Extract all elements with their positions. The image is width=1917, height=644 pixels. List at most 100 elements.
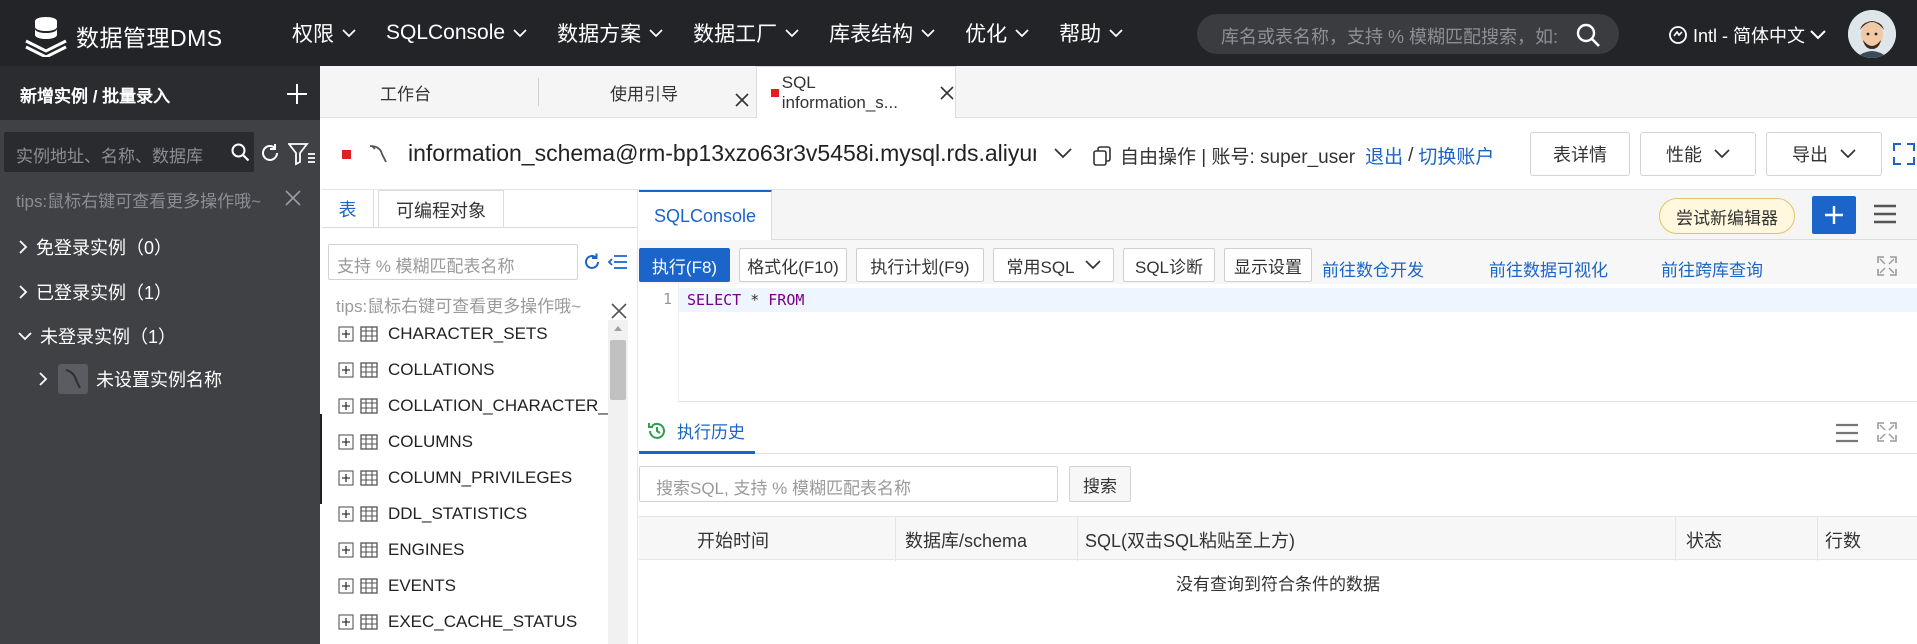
plus-icon[interactable]	[286, 83, 308, 105]
fullscreen-icon[interactable]	[1892, 142, 1916, 166]
menu-permission[interactable]: 权限	[292, 18, 356, 48]
hamburger-menu-icon[interactable]	[1873, 203, 1897, 225]
instance-search-input[interactable]: 实例地址、名称、数据库	[16, 142, 216, 167]
search-icon[interactable]	[1575, 22, 1601, 48]
table-list-scrollbar[interactable]	[608, 320, 628, 644]
data-visualization-link[interactable]: 前往数据可视化	[1489, 256, 1608, 281]
menu-help[interactable]: 帮助	[1059, 18, 1123, 48]
history-search-input[interactable]: 搜索SQL, 支持 % 模糊匹配表名称	[656, 474, 911, 499]
menu-label: 库表结构	[829, 23, 914, 46]
app-logo[interactable]: 数据管理DMS	[24, 15, 223, 57]
column-start-time[interactable]: 开始时间	[697, 527, 769, 553]
table-row[interactable]: COLUMNS	[338, 424, 473, 460]
tab-label: SQLConsole	[653, 205, 757, 226]
chevron-down-icon	[649, 28, 663, 38]
tab-workbench[interactable]: 工作台	[380, 66, 500, 118]
logout-link[interactable]: 退出	[1365, 142, 1403, 169]
language-switcher[interactable]: Intl - 简体中文	[1668, 22, 1826, 48]
cross-db-query-link[interactable]: 前往跨库查询	[1661, 256, 1763, 281]
user-avatar[interactable]	[1848, 10, 1896, 58]
refresh-icon[interactable]	[259, 142, 281, 164]
history-search-button[interactable]: 搜索	[1069, 466, 1131, 502]
column-database[interactable]: 数据库/schema	[905, 527, 1027, 553]
table-name: EXEC_CACHE_STATUS	[388, 612, 578, 631]
tab-sqlconsole[interactable]: SQLConsole	[639, 190, 772, 240]
performance-button[interactable]: 性能	[1640, 132, 1756, 176]
global-search[interactable]: 库名或表名称，支持 % 模糊匹配搜索，如:	[1197, 14, 1619, 54]
filter-icon[interactable]	[288, 142, 316, 166]
code-line[interactable]: SELECT * FROM	[679, 288, 1917, 312]
table-row[interactable]: COLUMN_PRIVILEGES	[338, 460, 572, 496]
tab-tables[interactable]: 表	[322, 190, 374, 228]
group-logged-in[interactable]: 已登录实例（1）	[18, 279, 172, 305]
connection-name[interactable]: information_schema@rm-bp13xzo63r3v5458i.…	[408, 140, 1036, 167]
format-button[interactable]: 格式化(F10)	[739, 248, 847, 282]
table-detail-button[interactable]: 表详情	[1530, 132, 1630, 176]
display-settings-button[interactable]: 显示设置	[1224, 248, 1312, 282]
common-sql-dropdown[interactable]: 常用SQL	[993, 248, 1114, 282]
tab-guide[interactable]: 使用引导	[610, 66, 730, 118]
expand-icon[interactable]	[1877, 256, 1897, 276]
history-search[interactable]: 搜索SQL, 支持 % 模糊匹配表名称	[639, 466, 1058, 502]
sql-diagnose-button[interactable]: SQL诊断	[1123, 248, 1215, 282]
refresh-icon[interactable]	[582, 252, 602, 272]
expand-plus-icon[interactable]	[338, 470, 354, 486]
expand-plus-icon[interactable]	[338, 362, 354, 378]
expand-plus-icon[interactable]	[338, 614, 354, 630]
expand-plus-icon[interactable]	[338, 506, 354, 522]
run-button[interactable]: 执行(F8)	[639, 248, 730, 282]
global-search-input[interactable]: 库名或表名称，支持 % 模糊匹配搜索，如:	[1221, 23, 1559, 49]
menu-sqlconsole[interactable]: SQLConsole	[386, 21, 527, 45]
menu-schema[interactable]: 库表结构	[829, 18, 935, 48]
table-row[interactable]: COLLATIONS	[338, 352, 494, 388]
column-status[interactable]: 状态	[1686, 527, 1722, 553]
group-no-login[interactable]: 免登录实例（0）	[18, 234, 172, 260]
list-filter-icon[interactable]	[608, 252, 628, 272]
sql-code-editor[interactable]: 1 SELECT * FROM	[639, 284, 1917, 402]
expand-plus-icon[interactable]	[338, 434, 354, 450]
menu-data-solution[interactable]: 数据方案	[557, 18, 663, 48]
tab-label: 执行历史	[677, 423, 745, 442]
explain-plan-button[interactable]: 执行计划(F9)	[856, 248, 984, 282]
add-instance-link[interactable]: 新增实例 / 批量录入	[20, 82, 170, 107]
table-icon	[360, 614, 378, 630]
warehouse-dev-link[interactable]: 前往数仓开发	[1322, 256, 1424, 281]
close-icon[interactable]	[284, 189, 302, 207]
menu-data-factory[interactable]: 数据工厂	[693, 18, 799, 48]
menu-optimize[interactable]: 优化	[965, 18, 1029, 48]
instance-item[interactable]: 未设置实例名称	[38, 364, 222, 394]
export-button[interactable]: 导出	[1766, 132, 1882, 176]
close-icon[interactable]	[734, 92, 750, 108]
expand-icon[interactable]	[1877, 422, 1897, 442]
tab-history[interactable]: 执行历史	[639, 410, 755, 454]
expand-plus-icon[interactable]	[338, 542, 354, 558]
table-search-input[interactable]: 支持 % 模糊匹配表名称	[337, 252, 515, 277]
hamburger-menu-icon[interactable]	[1835, 422, 1859, 444]
new-console-button[interactable]	[1812, 196, 1856, 234]
group-not-logged-in[interactable]: 未登录实例（1）	[18, 323, 176, 349]
try-new-editor-button[interactable]: 尝试新编辑器	[1659, 198, 1795, 234]
instance-search[interactable]: 实例地址、名称、数据库	[4, 132, 254, 172]
close-icon[interactable]	[939, 85, 955, 101]
expand-plus-icon[interactable]	[338, 326, 354, 342]
table-row[interactable]: EXEC_CACHE_STATUS	[338, 604, 577, 640]
column-rows[interactable]: 行数	[1825, 527, 1861, 553]
table-row[interactable]: ENGINES	[338, 532, 465, 568]
switch-account-link[interactable]: 切换账户	[1418, 142, 1494, 169]
table-row[interactable]: DDL_STATISTICS	[338, 496, 527, 532]
table-row[interactable]: COLLATION_CHARACTER_SET_APPLICABILITY	[338, 388, 608, 424]
close-icon[interactable]	[610, 302, 628, 320]
tab-programmable-objects[interactable]: 可编程对象	[378, 190, 504, 228]
scroll-thumb[interactable]	[610, 340, 626, 400]
chevron-down-icon[interactable]	[1054, 148, 1072, 159]
table-row[interactable]: CHARACTER_SETS	[338, 316, 548, 352]
column-sql[interactable]: SQL(双击SQL粘贴至上方)	[1085, 527, 1295, 553]
expand-plus-icon[interactable]	[338, 398, 354, 414]
table-row[interactable]: EVENTS	[338, 568, 456, 604]
table-search[interactable]: 支持 % 模糊匹配表名称	[328, 244, 578, 280]
search-icon[interactable]	[230, 142, 250, 162]
expand-plus-icon[interactable]	[338, 578, 354, 594]
scroll-up-icon[interactable]	[613, 324, 623, 332]
tab-sql-console[interactable]: SQL information_s...	[756, 66, 956, 118]
workspace-tabs: 工作台 使用引导 SQL information_s...	[320, 66, 1917, 118]
